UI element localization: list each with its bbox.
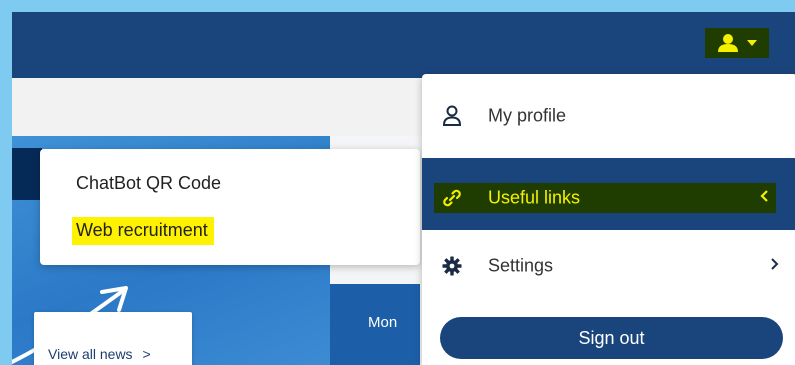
top-navigation-bar (12, 12, 795, 78)
menu-item-label: Settings (488, 255, 554, 276)
chevron-right-icon (771, 257, 779, 275)
user-menu-button[interactable] (705, 28, 769, 58)
sign-out-button[interactable]: Sign out (440, 317, 783, 359)
menu-item-my-profile[interactable]: My profile (422, 74, 795, 158)
app-window: View all news > Mon ChatBot QR Code Web … (12, 12, 795, 365)
calendar-header: Mon (330, 284, 420, 365)
calendar-day-label: Mon (368, 314, 398, 331)
hero-dark-strip (12, 148, 42, 200)
news-card: View all news > (34, 312, 192, 365)
menu-item-settings[interactable]: Settings (422, 230, 795, 302)
useful-links-submenu: ChatBot QR Code Web recruitment (40, 149, 420, 265)
chevron-left-icon (760, 189, 768, 207)
useful-links-highlight: Useful links (434, 183, 776, 213)
submenu-item-chatbot-qr-code[interactable]: ChatBot QR Code (76, 173, 221, 194)
view-all-news-link[interactable]: View all news > (48, 346, 151, 362)
link-icon (442, 187, 462, 209)
user-dropdown-menu: My profile Useful links Settings Sign ou… (422, 74, 795, 365)
menu-item-useful-links[interactable]: Useful links (422, 158, 795, 230)
chevron-right-icon: > (142, 346, 151, 362)
menu-item-label: My profile (488, 105, 567, 126)
submenu-item-web-recruitment[interactable]: Web recruitment (72, 217, 214, 245)
menu-item-label: Useful links (488, 187, 581, 208)
user-outline-icon (442, 105, 462, 127)
user-icon (717, 33, 739, 53)
view-all-news-label: View all news (48, 346, 133, 362)
caret-down-icon (747, 40, 757, 46)
gear-icon (442, 255, 462, 277)
